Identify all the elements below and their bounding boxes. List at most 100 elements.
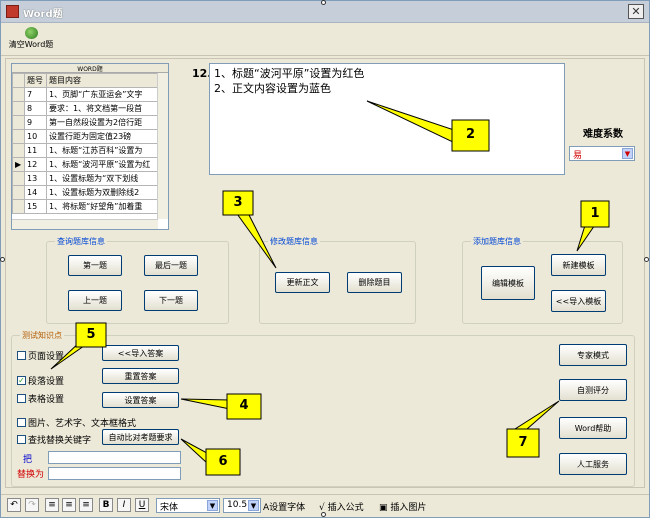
undo-icon[interactable]: ↶ — [7, 498, 21, 512]
edit-template-button[interactable]: 编辑模板 — [481, 266, 535, 300]
resize-handle[interactable] — [0, 257, 5, 262]
question-editor[interactable]: 1、标题“波河平原”设置为红色 2、正文内容设置为蓝色 — [209, 63, 565, 175]
italic-button[interactable]: I — [117, 498, 131, 512]
prev-question-button[interactable]: 上一题 — [68, 290, 122, 311]
table-row[interactable]: 15 1、将标题“好望角”加着重 — [12, 199, 159, 214]
row-id: 8 — [24, 101, 47, 116]
resize-handle[interactable] — [644, 257, 649, 262]
find-input[interactable] — [48, 451, 181, 464]
find-replace-checkbox[interactable]: 查找替换关键字 — [17, 433, 91, 446]
import-answer-button[interactable]: <<导入答案 — [102, 345, 179, 361]
clear-word-button[interactable]: 清空Word题 — [5, 27, 57, 54]
self-score-button[interactable]: 自测评分 — [559, 379, 627, 401]
chevron-down-icon[interactable]: ▼ — [622, 148, 633, 159]
word-help-button[interactable]: Word帮助 — [559, 417, 627, 439]
image-format-checkbox[interactable]: 图片、艺术字、文本框格式 — [17, 416, 136, 429]
checkbox-label: 查找替换关键字 — [28, 436, 92, 446]
size-value: 10.5 — [227, 500, 248, 510]
row-id: 7 — [24, 87, 47, 102]
row-text: 1、页脚“广东亚运会”文字 — [46, 87, 159, 102]
checkbox-box[interactable] — [17, 418, 26, 427]
replace-label: 替换为 — [17, 470, 45, 480]
align-left-icon[interactable]: ≡ — [45, 498, 59, 512]
checkbox-label: 表格设置 — [28, 395, 65, 405]
table-row[interactable]: 10 设置行距为固定值23磅 — [12, 129, 159, 144]
table-row-selected[interactable]: ▶ 12 1、标题“波河平原”设置为红 — [12, 157, 159, 172]
underline-button[interactable]: U — [135, 498, 149, 512]
row-header[interactable] — [12, 115, 25, 130]
insert-formula-button[interactable]: √ 插入公式 — [319, 500, 364, 513]
row-id: 15 — [24, 199, 47, 214]
callout-5-number: 5 — [86, 327, 96, 342]
callout-6-number: 6 — [218, 454, 228, 469]
grid-vertical-scrollbar[interactable] — [157, 73, 168, 219]
redo-icon[interactable]: ↷ — [25, 498, 39, 512]
row-header[interactable] — [12, 199, 25, 214]
resize-handle[interactable] — [321, 512, 326, 517]
row-text: 1、将标题“好望角”加着重 — [46, 199, 159, 214]
font-value: 宋体 — [160, 503, 179, 513]
window-title: Word题 — [23, 9, 63, 20]
table-row[interactable]: 13 1、设置标题为“双下划线 — [12, 171, 159, 186]
close-button[interactable]: ✕ — [628, 4, 644, 19]
set-answer-button[interactable]: 设置答案 — [102, 392, 179, 408]
col-header-content[interactable]: 题目内容 — [46, 73, 159, 88]
current-row-marker[interactable]: ▶ — [12, 157, 25, 172]
manual-service-button[interactable]: 人工服务 — [559, 453, 627, 475]
row-text: 设置行距为固定值23磅 — [46, 129, 159, 144]
size-select[interactable]: 10.5 ▼ — [223, 498, 261, 513]
resize-handle[interactable] — [321, 0, 326, 5]
row-text: 1、设置标题为双删除线2 — [46, 185, 159, 200]
delete-question-button[interactable]: 删除题目 — [347, 272, 402, 293]
first-question-button[interactable]: 第一题 — [68, 255, 122, 276]
callout-3-number: 3 — [233, 195, 243, 210]
row-header[interactable] — [12, 87, 25, 102]
table-row[interactable]: 11 1、标题“江苏百科”设置为 — [12, 143, 159, 158]
table-row[interactable]: 7 1、页脚“广东亚运会”文字 — [12, 87, 159, 102]
chevron-down-icon[interactable]: ▼ — [248, 500, 259, 511]
update-text-button[interactable]: 更新正文 — [275, 272, 330, 293]
checkbox-box[interactable] — [17, 435, 26, 444]
last-question-button[interactable]: 最后一题 — [144, 255, 198, 276]
align-center-icon[interactable]: ≡ — [62, 498, 76, 512]
bold-button[interactable]: B — [99, 498, 113, 512]
row-header[interactable] — [12, 185, 25, 200]
import-template-button[interactable]: <<导入模板 — [551, 290, 606, 312]
checkbox-box[interactable] — [17, 351, 26, 360]
expert-mode-button[interactable]: 专家模式 — [559, 344, 627, 366]
table-row[interactable]: 9 第一自然段设置为2倍行距 — [12, 115, 159, 130]
paragraph-setup-checkbox[interactable]: ✓ 段落设置 — [17, 374, 64, 387]
clear-icon — [24, 27, 38, 39]
row-header[interactable] — [12, 171, 25, 186]
align-right-icon[interactable]: ≡ — [79, 498, 93, 512]
font-select[interactable]: 宋体 ▼ — [156, 498, 220, 513]
row-id: 10 — [24, 129, 47, 144]
auto-compare-button[interactable]: 自动比对考题要求 — [102, 429, 179, 445]
row-header[interactable] — [12, 143, 25, 158]
grid-header-row: 题号 题目内容 — [12, 73, 159, 88]
table-row[interactable]: 8 要求：1、将文档第一段首 — [12, 101, 159, 116]
row-id: 14 — [24, 185, 47, 200]
row-text: 1、标题“波河平原”设置为红 — [46, 157, 159, 172]
checkbox-box[interactable]: ✓ — [17, 376, 26, 385]
row-header[interactable] — [12, 129, 25, 144]
table-row[interactable]: 14 1、设置标题为双删除线2 — [12, 185, 159, 200]
chevron-down-icon[interactable]: ▼ — [207, 500, 218, 511]
table-setup-checkbox[interactable]: 表格设置 — [17, 392, 64, 405]
new-template-button[interactable]: 新建模板 — [551, 254, 606, 276]
callout-4-number: 4 — [239, 398, 249, 413]
question-grid[interactable]: WORD题 题号 题目内容 7 1、页脚“广东亚运会”文字 8 要求：1、将文档第一… — [11, 63, 169, 230]
checkbox-label: 图片、艺术字、文本框格式 — [28, 419, 137, 429]
row-header[interactable] — [12, 101, 25, 116]
grid-horizontal-scrollbar[interactable] — [12, 219, 158, 229]
reset-answer-button[interactable]: 重置答案 — [102, 368, 179, 384]
page-setup-checkbox[interactable]: 页面设置 — [17, 349, 64, 362]
set-font-button[interactable]: A设置字体 — [263, 500, 305, 513]
checkbox-box[interactable] — [17, 394, 26, 403]
insert-image-button[interactable]: ▣ 插入图片 — [379, 500, 426, 513]
difficulty-select[interactable]: 易 ▼ — [569, 146, 635, 161]
set-font-label: 设置字体 — [269, 503, 306, 513]
col-header-id[interactable]: 题号 — [24, 73, 47, 88]
replace-input[interactable] — [48, 467, 181, 480]
next-question-button[interactable]: 下一题 — [144, 290, 198, 311]
